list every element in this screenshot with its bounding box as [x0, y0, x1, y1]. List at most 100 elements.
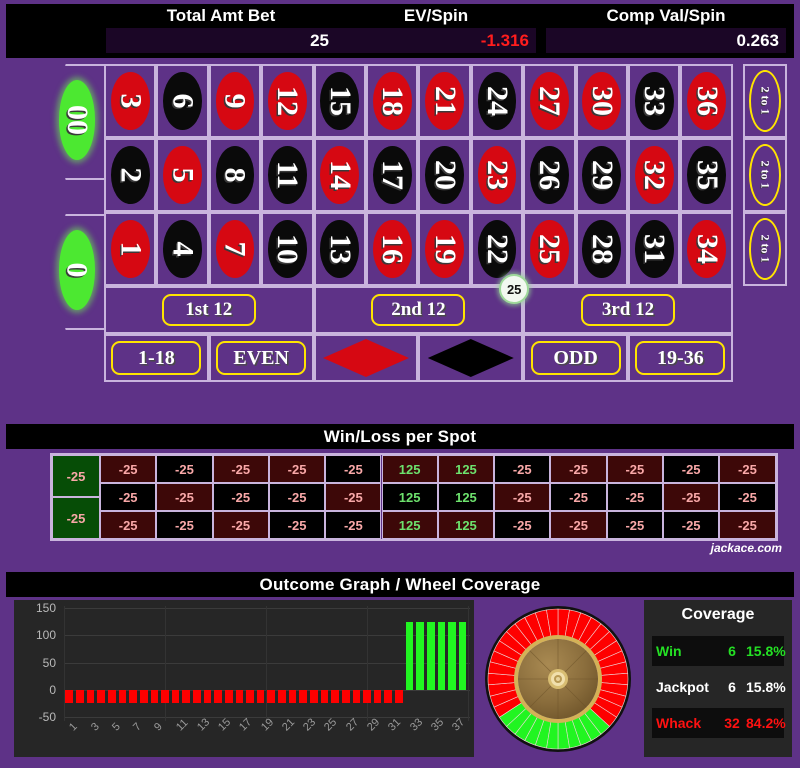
number-cell-6[interactable]: 6: [156, 64, 209, 138]
x-axis-tick-23: 23: [301, 716, 319, 734]
number-cell-29[interactable]: 29: [575, 138, 628, 212]
win-loss-cell: -25: [156, 455, 213, 483]
x-axis-tick-31: 31: [386, 716, 404, 734]
graph-bar: [363, 689, 371, 704]
x-axis-tick-15: 15: [216, 716, 234, 734]
number-cell-3[interactable]: 3: [104, 64, 157, 138]
zero-cell-0[interactable]: 0: [50, 214, 106, 330]
number-oval-21: 21: [425, 72, 464, 130]
graph-bar: [76, 689, 84, 704]
outside-bet-6[interactable]: 19-36: [628, 334, 733, 382]
dozen-bet-2[interactable]: 2nd 12: [313, 286, 524, 334]
number-cell-33[interactable]: 33: [628, 64, 681, 138]
win-loss-cell: -25: [156, 511, 213, 539]
number-cell-24[interactable]: 24: [470, 64, 524, 138]
graph-bar: [320, 689, 329, 704]
number-cell-10[interactable]: 10: [261, 212, 314, 286]
x-axis-tick-17: 17: [237, 716, 255, 734]
number-label-32: 32: [638, 159, 672, 190]
column-bet-1[interactable]: 2 to 1: [742, 64, 787, 138]
number-cell-9[interactable]: 9: [208, 64, 262, 138]
number-oval-22: 22: [477, 220, 517, 278]
number-cell-12[interactable]: 12: [261, 64, 314, 138]
number-label-4: 4: [166, 241, 200, 257]
graph-bar: [278, 689, 286, 704]
column-bet-2[interactable]: 2 to 1: [742, 138, 787, 212]
number-cell-13[interactable]: 13: [313, 212, 366, 286]
number-cell-4[interactable]: 4: [156, 212, 209, 286]
number-cell-19[interactable]: 19: [418, 212, 471, 286]
number-cell-25[interactable]: 25: [523, 212, 576, 286]
stat-1: Total Amt Bet 25: [106, 4, 336, 58]
number-cell-5[interactable]: 5: [156, 138, 209, 212]
number-oval-14: 14: [320, 146, 360, 204]
number-oval-6: 6: [163, 72, 202, 130]
graph-bar: [395, 689, 403, 704]
win-loss-cell: -25: [100, 455, 157, 483]
number-cell-31[interactable]: 31: [628, 212, 681, 286]
number-cell-20[interactable]: 20: [418, 138, 471, 212]
coverage-label-jackpot: Jackpot: [656, 679, 709, 695]
win-loss-zero-1: -25: [52, 497, 100, 539]
number-cell-2[interactable]: 2: [104, 138, 157, 212]
number-cell-32[interactable]: 32: [628, 138, 681, 212]
zero-cell-00[interactable]: 00: [50, 64, 106, 180]
number-cell-23[interactable]: 23: [470, 138, 524, 212]
number-cell-28[interactable]: 28: [575, 212, 628, 286]
number-cell-11[interactable]: 11: [261, 138, 314, 212]
number-label-36: 36: [690, 85, 724, 116]
number-cell-1[interactable]: 1: [104, 212, 157, 286]
number-oval-8: 8: [215, 146, 255, 204]
x-axis-tick-19: 19: [258, 716, 276, 734]
number-cell-7[interactable]: 7: [208, 212, 262, 286]
dozen-bet-1[interactable]: 1st 12: [104, 286, 314, 334]
grid-line-x-4: [468, 606, 469, 721]
number-oval-25: 25: [530, 220, 569, 278]
win-loss-panel: Win/Loss per Spot -25 -25 -25 -25 -25 -25 -25 1…: [6, 424, 794, 559]
win-loss-cell: -25: [268, 511, 326, 539]
win-loss-zero-0: -25: [52, 455, 100, 497]
number-cell-8[interactable]: 8: [208, 138, 262, 212]
dozen-bet-3[interactable]: 3rd 12: [523, 286, 733, 334]
outside-bet-1[interactable]: 1-18: [104, 334, 209, 382]
number-cell-16[interactable]: 16: [366, 212, 419, 286]
stat-value-1: 25: [106, 28, 336, 53]
win-loss-grid: -25 -25 -25 -25 -25 -25 -25 125 125 -25 -25 -25 -25-…: [50, 453, 778, 541]
number-label-35: 35: [690, 159, 724, 190]
number-cell-27[interactable]: 27: [523, 64, 576, 138]
win-loss-cell: -25: [719, 483, 776, 511]
graph-bar: [161, 689, 169, 704]
outside-bet-4[interactable]: [418, 334, 524, 382]
number-oval-7: 7: [215, 220, 255, 278]
graph-bar: [299, 689, 308, 704]
number-label-20: 20: [428, 159, 462, 190]
number-cell-35[interactable]: 35: [680, 138, 733, 212]
outside-bet-5[interactable]: ODD: [523, 334, 628, 382]
win-loss-cell: 125: [437, 455, 495, 483]
graph-bar: [118, 689, 127, 704]
number-cell-18[interactable]: 18: [366, 64, 419, 138]
win-loss-cell: -25: [268, 483, 326, 511]
bet-chip[interactable]: 25: [499, 274, 530, 304]
coverage-count-win: 6: [728, 643, 736, 659]
graph-bar: [416, 621, 424, 690]
number-oval-3: 3: [110, 72, 150, 130]
number-cell-15[interactable]: 15: [313, 64, 366, 138]
number-cell-34[interactable]: 34: [680, 212, 733, 286]
outside-bet-2[interactable]: EVEN: [208, 334, 314, 382]
coverage-count-jackpot: 6: [728, 679, 736, 695]
win-loss-cell: -25: [719, 511, 776, 539]
outside-bet-3[interactable]: [313, 334, 419, 382]
number-cell-17[interactable]: 17: [366, 138, 419, 212]
number-cell-21[interactable]: 21: [418, 64, 471, 138]
number-cell-26[interactable]: 26: [523, 138, 576, 212]
graph-bar: [224, 689, 233, 704]
number-cell-30[interactable]: 30: [575, 64, 628, 138]
number-cell-36[interactable]: 36: [680, 64, 733, 138]
number-oval-2: 2: [110, 146, 150, 204]
number-cell-14[interactable]: 14: [313, 138, 366, 212]
column-bet-3[interactable]: 2 to 1: [742, 212, 787, 286]
number-label-3: 3: [114, 93, 148, 109]
outside-pill-2: EVEN: [216, 341, 307, 375]
grid-line-x-3: [367, 606, 368, 721]
